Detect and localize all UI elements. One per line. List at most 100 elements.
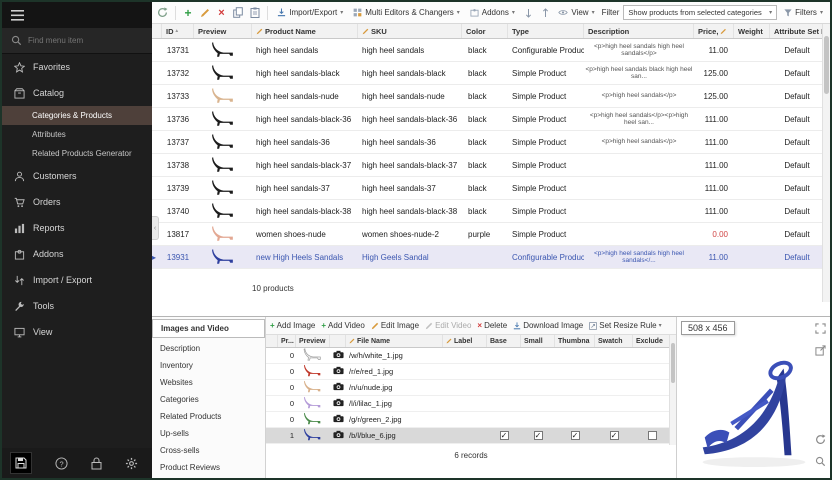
tab-description[interactable]: Description — [152, 340, 265, 357]
media-row[interactable]: 1/b/l/blue_6.jpg✓✓✓✓ — [266, 428, 676, 444]
product-row[interactable]: 13817women shoes-nudewomen shoes-nude-2p… — [152, 223, 830, 246]
header-sku[interactable]: SKU — [358, 24, 462, 38]
add-image-button[interactable]: +Add Image — [270, 321, 315, 330]
save-icon[interactable] — [10, 452, 32, 474]
header-media-type[interactable] — [330, 335, 346, 347]
multi-editors-menu[interactable]: Multi Editors & Changers▾ — [350, 6, 463, 19]
sidebar-item-reports[interactable]: Reports — [2, 215, 152, 241]
header-thumbnail[interactable]: Thumbna — [555, 335, 595, 347]
media-row[interactable]: 0/r/e/red_1.jpg — [266, 364, 676, 380]
gear-icon[interactable] — [125, 457, 138, 470]
product-row[interactable]: 13733high heel sandals-nudehigh heel san… — [152, 85, 830, 108]
tab-inventory[interactable]: Inventory — [152, 357, 265, 374]
header-swatch[interactable]: Swatch — [595, 335, 633, 347]
hamburger-menu-icon[interactable] — [11, 10, 24, 21]
product-row[interactable]: 13736high heel sandals-black-36high heel… — [152, 108, 830, 131]
copy-button[interactable] — [232, 6, 245, 20]
sidebar-item-favorites[interactable]: Favorites — [2, 54, 152, 80]
add-product-button[interactable]: + — [182, 6, 195, 20]
media-row[interactable]: 0/l/i/lilac_1.jpg — [266, 396, 676, 412]
scrollbar-thumb[interactable] — [824, 36, 829, 94]
header-preview[interactable]: Preview — [194, 24, 252, 38]
sidebar-item-attributes[interactable]: Attributes — [2, 125, 152, 144]
media-row[interactable]: 0/w/h/white_1.jpg — [266, 348, 676, 364]
products-scrollbar[interactable] — [822, 24, 830, 302]
header-description[interactable]: Description — [584, 24, 694, 38]
checkbox[interactable]: ✓ — [571, 431, 580, 440]
paste-button[interactable] — [249, 6, 262, 20]
media-scrollbar[interactable] — [669, 335, 676, 445]
header-file-name[interactable]: File Name — [346, 335, 443, 347]
tab-related-products[interactable]: Related Products — [152, 408, 265, 425]
header-base[interactable]: Base — [487, 335, 521, 347]
product-row[interactable]: 13731high heel sandalshigh heel sandalsb… — [152, 39, 830, 62]
sidebar-search[interactable] — [2, 28, 152, 54]
product-row[interactable]: 13739high heel sandals-37high heel sanda… — [152, 177, 830, 200]
lock-icon[interactable] — [91, 457, 102, 470]
product-row[interactable]: 13740high heel sandals-black-38high heel… — [152, 200, 830, 223]
product-row[interactable]: 13737high heel sandals-36high heel sanda… — [152, 131, 830, 154]
header-price[interactable]: Price, — [694, 24, 734, 38]
edit-image-button[interactable]: Edit Image — [371, 321, 419, 330]
sidebar-item-orders[interactable]: Orders — [2, 189, 152, 215]
expand-all-icon[interactable] — [522, 6, 535, 20]
product-row[interactable]: 13738high heel sandals-black-37high heel… — [152, 154, 830, 177]
header-weight[interactable]: Weight — [734, 24, 770, 38]
refresh-button[interactable] — [156, 6, 169, 20]
sidebar-item-tools[interactable]: Tools — [2, 293, 152, 319]
delete-product-button[interactable]: × — [215, 6, 228, 20]
sidebar-item-import-export[interactable]: Import / Export — [2, 267, 152, 293]
edit-product-button[interactable] — [198, 6, 211, 20]
tab-cross-sells[interactable]: Cross-sells — [152, 442, 265, 459]
rotate-icon[interactable] — [815, 432, 826, 450]
add-video-button[interactable]: +Add Video — [321, 321, 364, 330]
product-row[interactable]: ▸13931new High Heels SandalsHigh Geels S… — [152, 246, 830, 269]
menu-search-input[interactable] — [28, 36, 128, 45]
header-position[interactable]: Pr...▴ — [278, 335, 296, 347]
product-row[interactable]: 13732high heel sandals-blackhigh heel sa… — [152, 62, 830, 85]
header-id[interactable]: ID▴ — [162, 24, 194, 38]
sidebar-item-categories-products[interactable]: Categories & Products — [2, 106, 152, 125]
filter-select[interactable]: Show products from selected categories ▾ — [623, 5, 777, 20]
header-product-name[interactable]: Product Name — [252, 24, 358, 38]
header-preview[interactable]: Preview — [296, 335, 330, 347]
tab-websites[interactable]: Websites — [152, 374, 265, 391]
open-external-icon[interactable] — [815, 343, 826, 361]
addons-menu[interactable]: Addons▾ — [467, 6, 518, 19]
header-type[interactable]: Type — [508, 24, 584, 38]
sidebar-collapse-handle[interactable]: ‹ — [152, 216, 159, 240]
tab-up-sells[interactable]: Up-sells — [152, 425, 265, 442]
collapse-all-icon[interactable] — [539, 6, 552, 20]
tab-images-and-video[interactable]: Images and Video — [152, 319, 265, 338]
filters-button[interactable]: Filters▾ — [781, 6, 826, 19]
checkbox[interactable] — [648, 431, 657, 440]
header-label[interactable]: Label — [443, 335, 487, 347]
header-color[interactable]: Color — [462, 24, 508, 38]
sidebar-item-addons[interactable]: Addons — [2, 241, 152, 267]
set-resize-rule-button[interactable]: Set Resize Rule▾ — [589, 321, 661, 330]
import-export-menu[interactable]: Import/Export▾ — [274, 6, 346, 19]
sidebar-item-catalog[interactable]: Catalog — [2, 80, 152, 106]
media-row[interactable]: 0/n/u/nude.jpg — [266, 380, 676, 396]
sidebar-item-customers[interactable]: Customers — [2, 163, 152, 189]
fullscreen-icon[interactable] — [815, 321, 826, 339]
sidebar-item-related-products-generator[interactable]: Related Products Generator — [2, 144, 152, 163]
header-small[interactable]: Small — [521, 335, 555, 347]
header-exclude[interactable]: Exclude — [633, 335, 671, 347]
tab-categories[interactable]: Categories — [152, 391, 265, 408]
row-expander[interactable]: ▸ — [152, 253, 162, 262]
checkbox[interactable]: ✓ — [610, 431, 619, 440]
zoom-icon[interactable] — [815, 454, 826, 472]
sidebar-item-view[interactable]: View — [2, 319, 152, 345]
header-attribute-set[interactable]: Attribute Set Name — [770, 24, 824, 38]
tab-product-reviews[interactable]: Product Reviews — [152, 459, 265, 476]
view-menu[interactable]: View▾ — [555, 6, 597, 19]
checkbox[interactable]: ✓ — [534, 431, 543, 440]
checkbox[interactable]: ✓ — [500, 431, 509, 440]
edit-video-button[interactable]: Edit Video — [425, 321, 471, 330]
scrollbar-thumb[interactable] — [671, 343, 675, 383]
media-row[interactable]: 0/g/r/green_2.jpg — [266, 412, 676, 428]
delete-image-button[interactable]: ×Delete — [477, 321, 507, 330]
help-icon[interactable]: ? — [55, 457, 68, 470]
download-image-button[interactable]: Download Image — [513, 321, 583, 330]
